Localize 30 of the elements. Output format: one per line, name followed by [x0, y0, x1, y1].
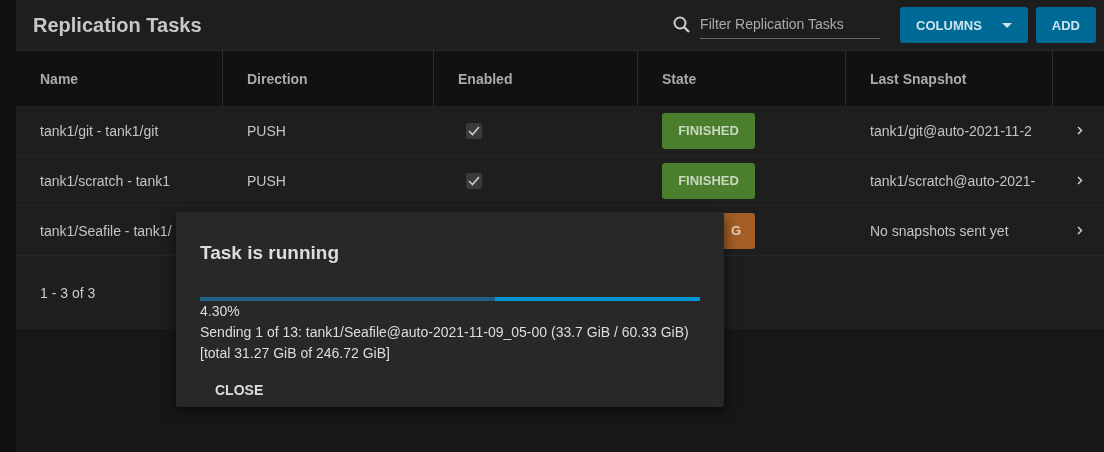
chevron-icon[interactable] — [1077, 176, 1083, 185]
checkbox[interactable] — [466, 122, 482, 139]
table-cell: tank1/git - tank1/git — [16, 106, 223, 156]
column-header: Direction — [223, 51, 434, 106]
column-header: Last Snapshot — [846, 51, 1053, 106]
status-badge: FINISHED — [662, 162, 755, 199]
status-badge: FINISHED — [662, 112, 755, 149]
column-header: Name — [16, 51, 223, 106]
search-field[interactable]: Filter Replication Tasks — [700, 11, 881, 39]
progress-total: [total 31.27 GiB of 246.72 GiB] — [200, 344, 391, 363]
table-cell: PUSH — [223, 156, 434, 206]
table-cell: No snapshots sent yet — [846, 206, 1053, 256]
column-header: State — [638, 51, 846, 106]
progress-message: Sending 1 of 13: tank1/Seafile@auto-2021-11-09_05-00 (33.7 GiB / 60.33 GiB) — [200, 323, 690, 342]
add-button[interactable]: ADD — [1035, 7, 1096, 43]
chevron-icon[interactable] — [1077, 126, 1083, 135]
checkbox[interactable] — [466, 172, 482, 189]
table-cell: tank1/scratch@auto-2021- — [846, 156, 1053, 206]
header-background — [1053, 51, 1104, 106]
table-cell: tank1/git@auto-2021-11-2 — [846, 106, 1053, 156]
close-button[interactable]: CLOSE — [200, 374, 279, 406]
page-title: Replication Tasks — [33, 13, 203, 37]
table-cell: PUSH — [223, 106, 434, 156]
column-header: Enabled — [434, 51, 638, 106]
progress-percent: 4.30% — [200, 302, 241, 321]
chevron-icon[interactable] — [1077, 226, 1083, 235]
table-cell: tank1/scratch - tank1 — [16, 156, 223, 206]
columns-dropdown[interactable]: COLUMNS — [900, 7, 1028, 43]
caret-icon — [1001, 22, 1012, 28]
paginator-range: 1 - 3 of 3 — [40, 284, 96, 301]
